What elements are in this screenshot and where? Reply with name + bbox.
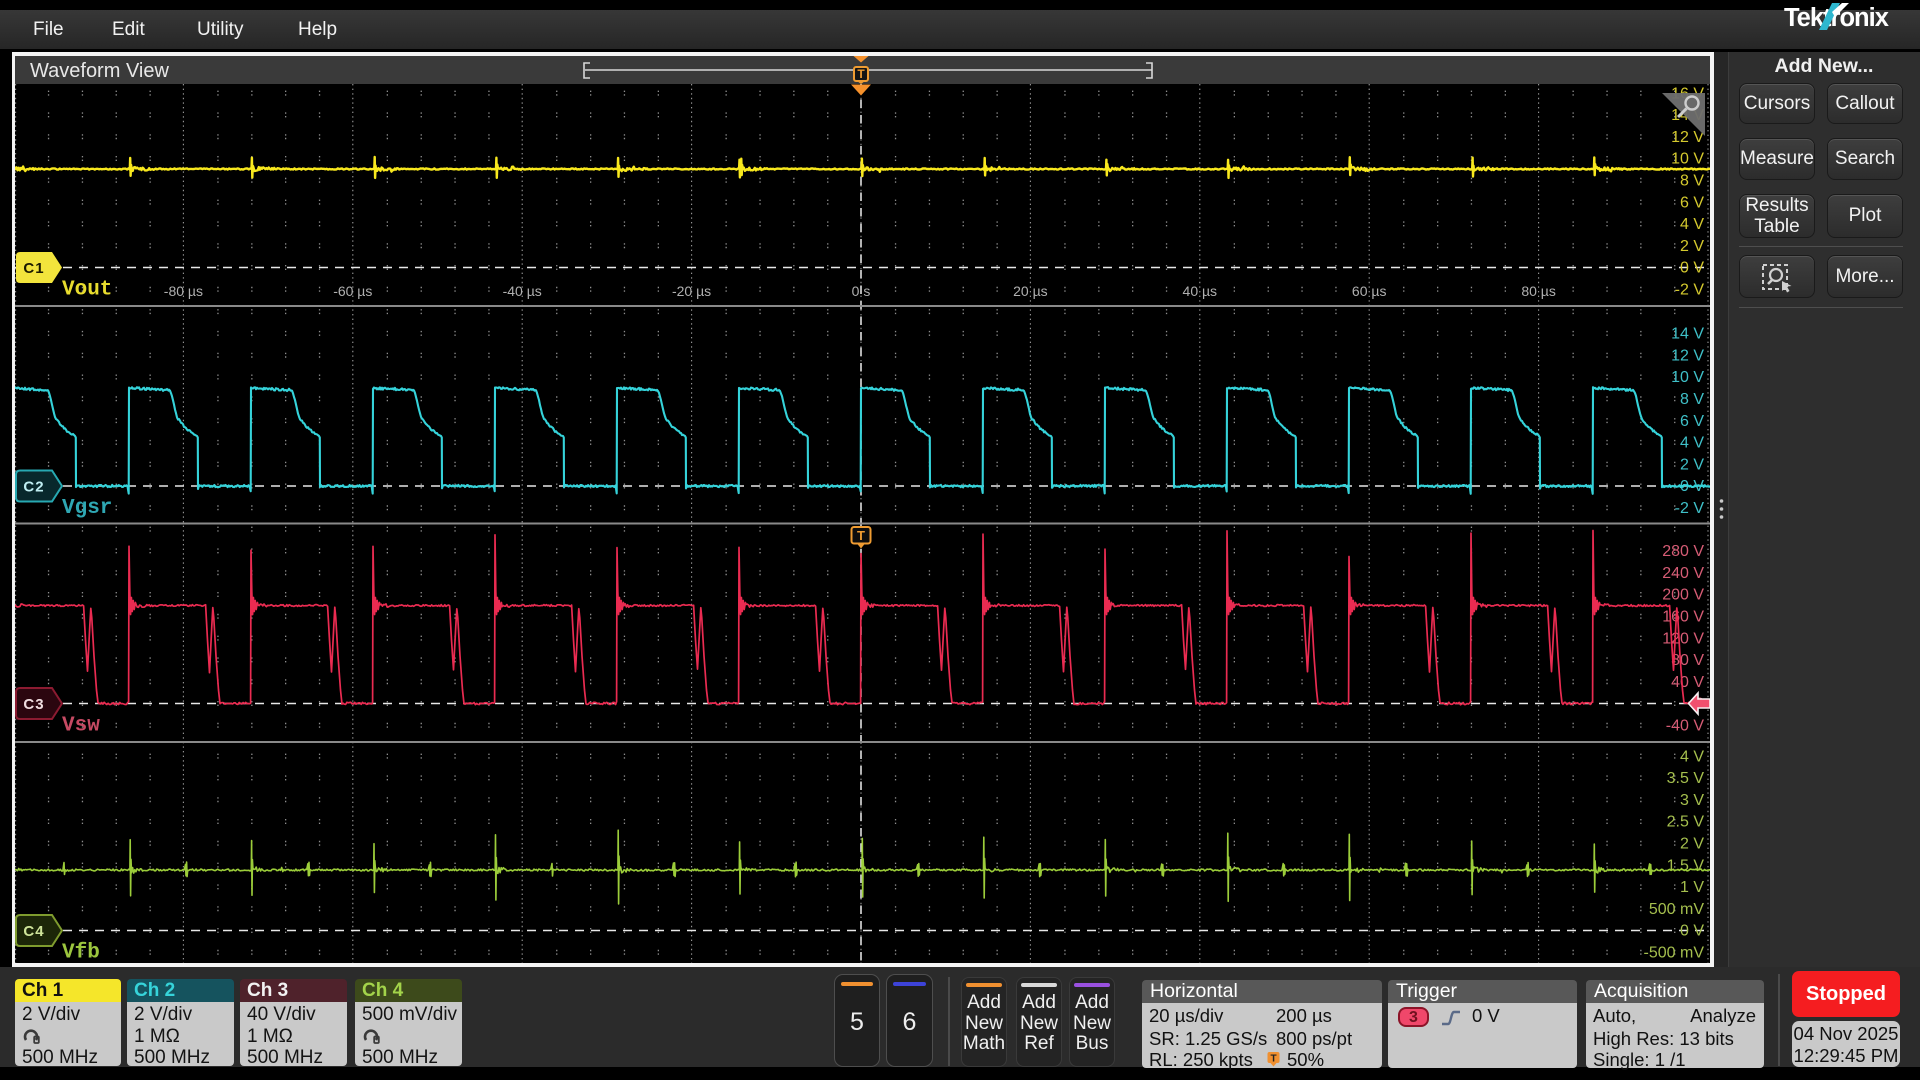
- svg-text:0 s: 0 s: [852, 283, 871, 299]
- svg-text:0 V: 0 V: [1680, 260, 1704, 277]
- svg-text:-500 mV: -500 mV: [1644, 945, 1705, 962]
- svg-text:4 V: 4 V: [1680, 216, 1704, 233]
- svg-text:40 V: 40 V: [1671, 674, 1704, 691]
- svg-text:2 V: 2 V: [1680, 836, 1704, 853]
- svg-text:10 V: 10 V: [1671, 369, 1704, 386]
- svg-text:160 V: 160 V: [1662, 609, 1704, 626]
- svg-text:8 V: 8 V: [1680, 391, 1704, 408]
- svg-text:80 µs: 80 µs: [1521, 283, 1556, 299]
- svg-text:10 V: 10 V: [1671, 151, 1704, 168]
- svg-text:-2 V: -2 V: [1675, 282, 1705, 299]
- svg-text:T: T: [857, 528, 865, 543]
- svg-text:6 V: 6 V: [1680, 194, 1704, 211]
- svg-text:500 mV: 500 mV: [1649, 901, 1704, 918]
- svg-text:280 V: 280 V: [1662, 543, 1704, 560]
- svg-text:3 V: 3 V: [1680, 792, 1704, 809]
- svg-text:3.5 V: 3.5 V: [1667, 770, 1705, 787]
- svg-text:2 V: 2 V: [1680, 238, 1704, 255]
- svg-text:8 V: 8 V: [1680, 173, 1704, 190]
- svg-text:4 V: 4 V: [1680, 435, 1704, 452]
- svg-text:40 µs: 40 µs: [1183, 283, 1218, 299]
- svg-text:2.5 V: 2.5 V: [1667, 814, 1705, 831]
- svg-text:6 V: 6 V: [1680, 413, 1704, 430]
- svg-text:C1: C1: [23, 260, 44, 277]
- svg-text:60 µs: 60 µs: [1352, 283, 1387, 299]
- svg-text:1 V: 1 V: [1680, 879, 1704, 896]
- svg-text:Vfb: Vfb: [62, 942, 100, 964]
- svg-text:12 V: 12 V: [1671, 129, 1704, 146]
- svg-text:-60 µs: -60 µs: [333, 283, 372, 299]
- svg-text:Vgsr: Vgsr: [62, 497, 112, 520]
- svg-text:-20 µs: -20 µs: [672, 283, 711, 299]
- svg-text:12 V: 12 V: [1671, 347, 1704, 364]
- svg-text:-40 V: -40 V: [1666, 718, 1705, 735]
- svg-text:T: T: [1270, 1054, 1276, 1065]
- svg-text:1.5 V: 1.5 V: [1667, 857, 1705, 874]
- svg-text:C4: C4: [23, 923, 44, 940]
- svg-text:4 V: 4 V: [1680, 748, 1704, 765]
- svg-text:0 V: 0 V: [1680, 923, 1704, 940]
- svg-text:Vout: Vout: [62, 279, 112, 302]
- svg-text:C3: C3: [23, 696, 44, 713]
- svg-text:Vsw: Vsw: [62, 715, 100, 738]
- svg-text:240 V: 240 V: [1662, 565, 1704, 582]
- svg-text:20 µs: 20 µs: [1013, 283, 1048, 299]
- svg-text:80 V: 80 V: [1671, 652, 1704, 669]
- svg-text:-80 µs: -80 µs: [164, 283, 203, 299]
- svg-text:200 V: 200 V: [1662, 587, 1704, 604]
- svg-text:T: T: [857, 67, 865, 81]
- svg-text:14 V: 14 V: [1671, 326, 1704, 343]
- svg-text:120 V: 120 V: [1662, 630, 1704, 647]
- svg-text:C2: C2: [23, 479, 44, 496]
- svg-text:2 V: 2 V: [1680, 456, 1704, 473]
- svg-text:-2 V: -2 V: [1675, 500, 1705, 517]
- svg-text:-40 µs: -40 µs: [503, 283, 542, 299]
